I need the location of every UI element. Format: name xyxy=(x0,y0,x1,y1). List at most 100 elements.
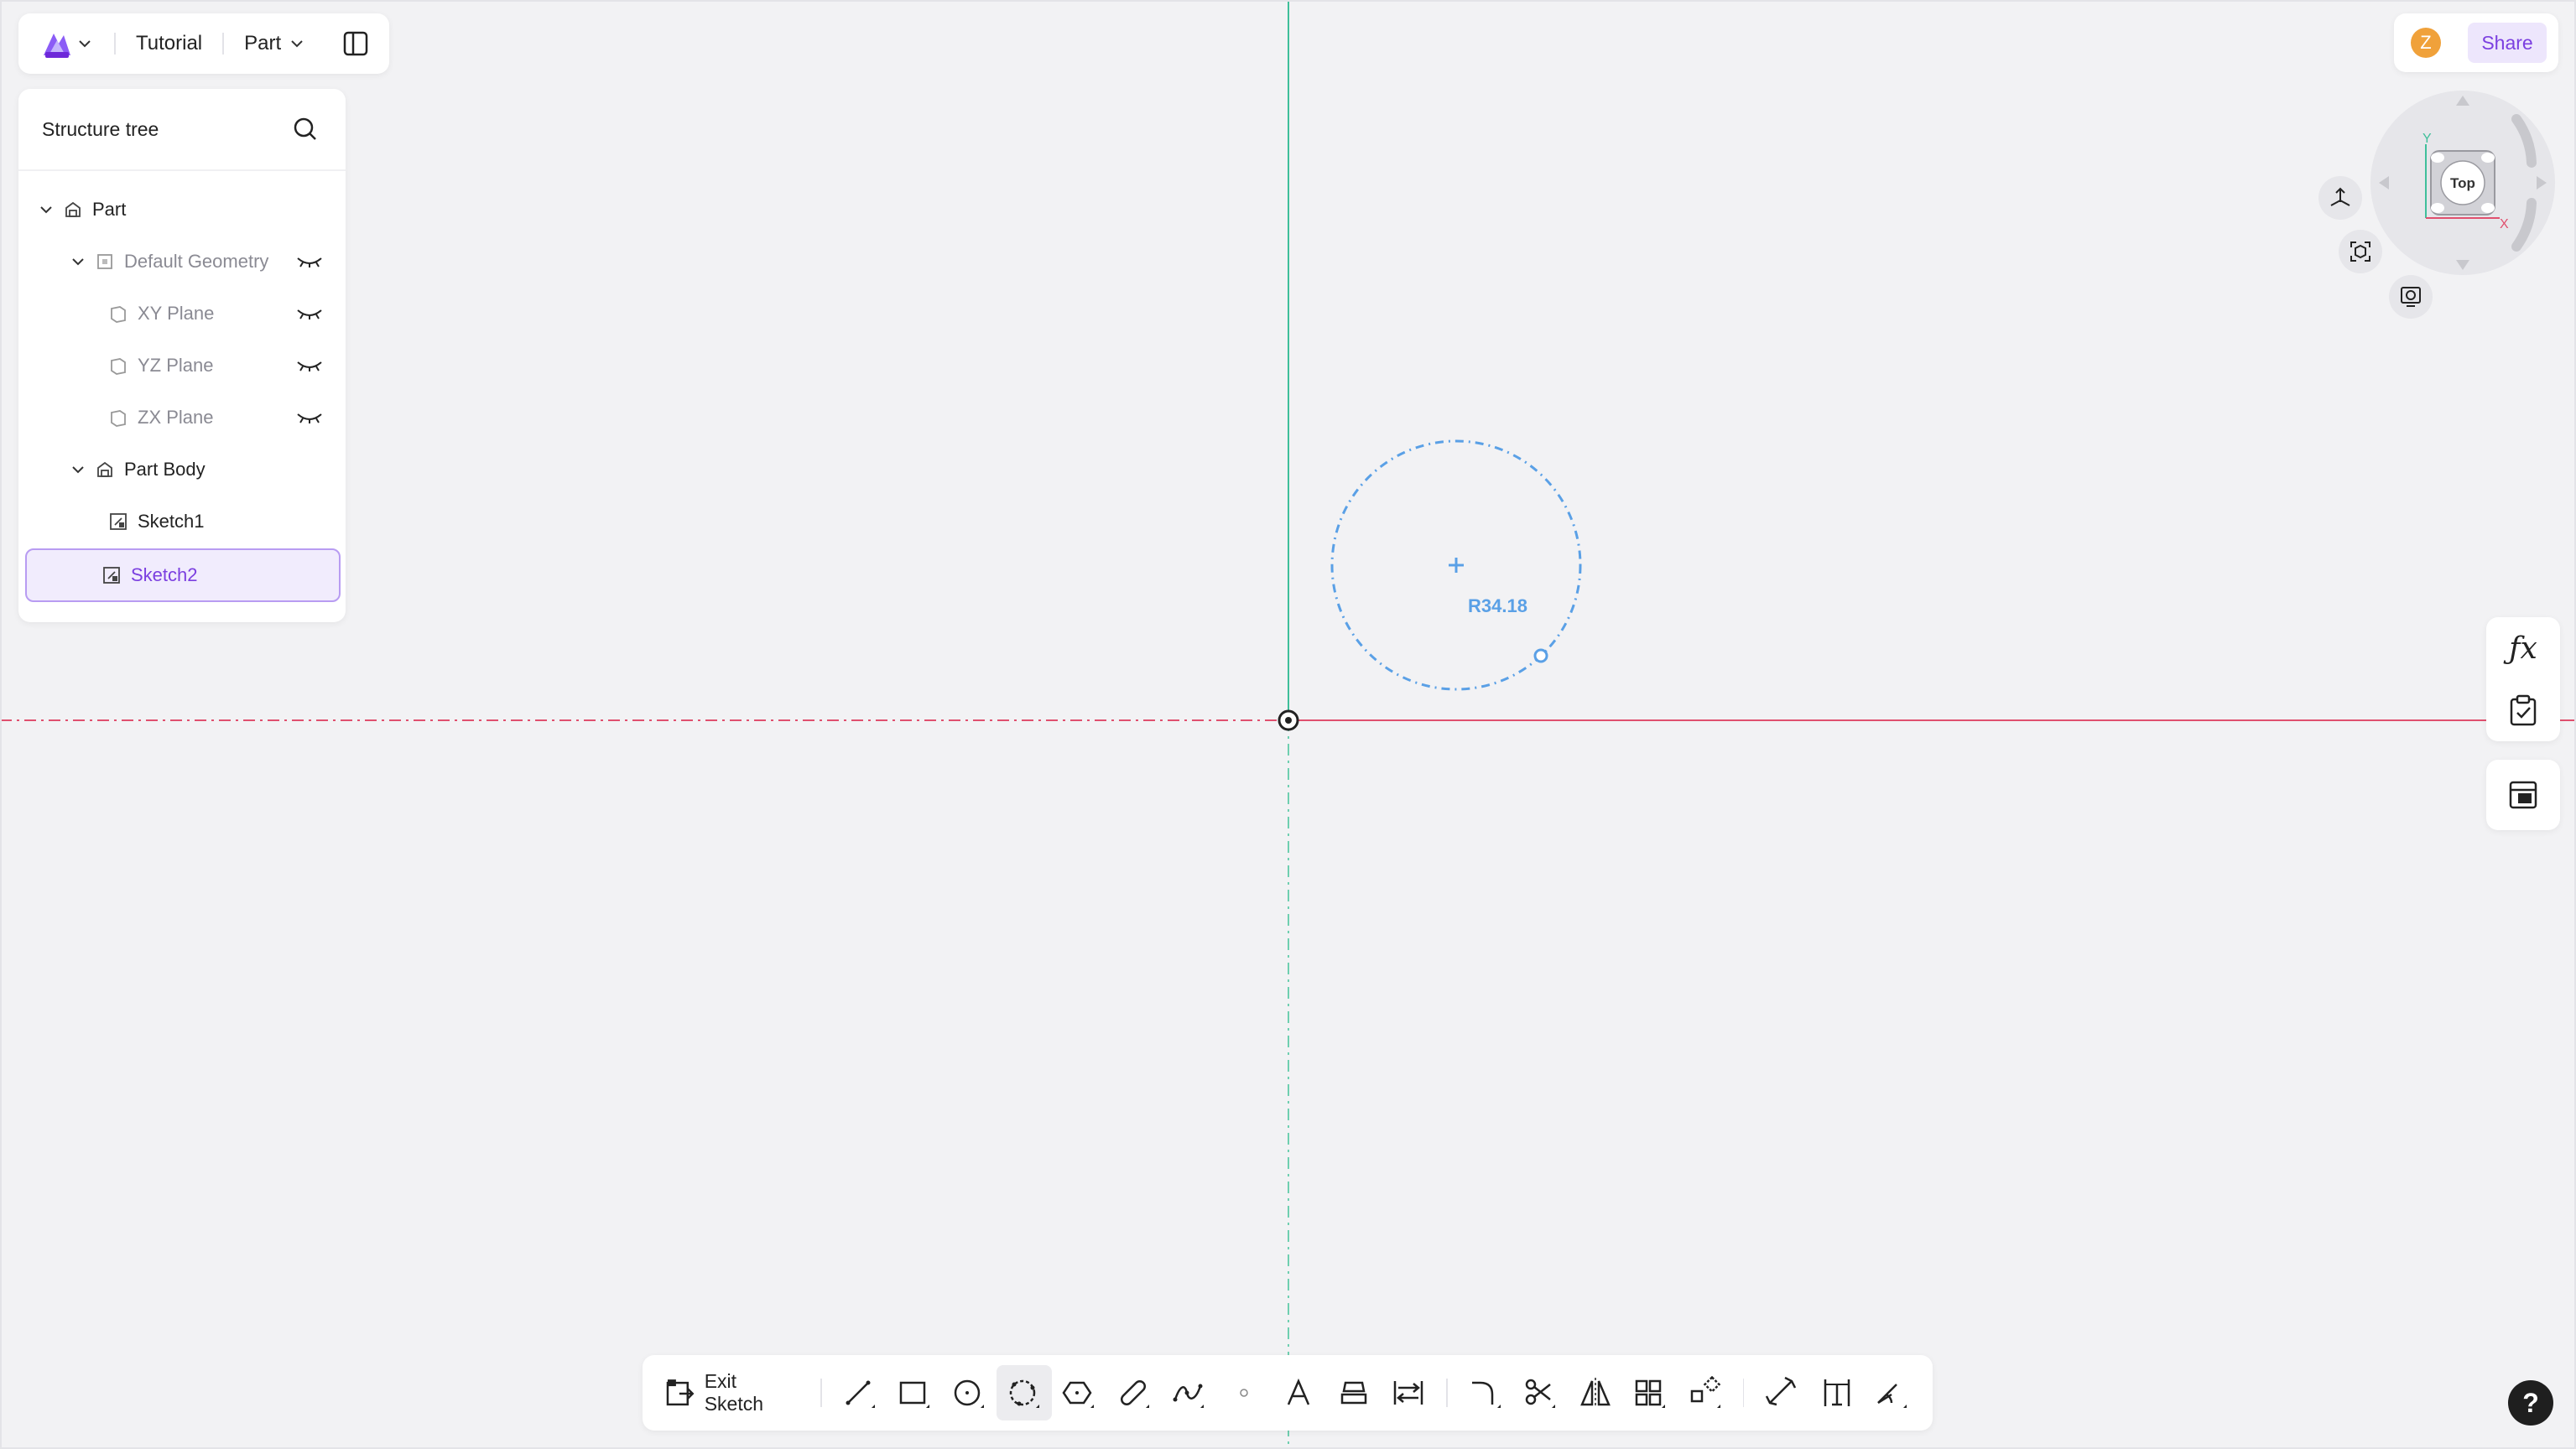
mirror-icon xyxy=(1579,1378,1611,1408)
formula-icon[interactable]: ƒx xyxy=(2503,628,2543,668)
dimension-tool[interactable] xyxy=(1809,1365,1864,1420)
tree-item-label: Sketch1 xyxy=(138,511,205,532)
display-mode-icon[interactable] xyxy=(2389,275,2433,319)
tree-item-sketch2[interactable]: Sketch2 xyxy=(25,548,341,602)
circle-drag-handle[interactable] xyxy=(1533,648,1548,663)
convert-icon xyxy=(1394,1381,1423,1405)
trim-tool[interactable] xyxy=(1513,1365,1568,1420)
tree-item-label: Sketch2 xyxy=(131,564,198,585)
axis-x-label: X xyxy=(2500,217,2509,231)
transform-icon xyxy=(1690,1376,1721,1408)
line-tool[interactable] xyxy=(832,1365,887,1420)
view-cube[interactable]: Top Y X xyxy=(2367,87,2558,278)
exit-sketch-button[interactable]: Exit Sketch xyxy=(656,1368,810,1418)
mirror-tool[interactable] xyxy=(1568,1365,1622,1420)
divider xyxy=(1742,1379,1745,1407)
three-point-circle-icon xyxy=(1009,1379,1039,1408)
chevron-down-icon xyxy=(288,34,306,53)
circle-icon xyxy=(955,1379,985,1408)
layout-panel-icon[interactable] xyxy=(2503,775,2543,815)
tree-item-label: YZ Plane xyxy=(138,355,214,376)
sketch-toolbar: Exit Sketch xyxy=(643,1355,1933,1431)
body-icon xyxy=(94,459,116,480)
tree-item-default-geometry[interactable]: Default Geometry xyxy=(25,237,339,286)
text-tool[interactable] xyxy=(1272,1365,1326,1420)
chevron-down-icon[interactable] xyxy=(69,252,87,271)
mode-dropdown[interactable]: Part xyxy=(244,32,306,55)
spline-icon xyxy=(1173,1384,1205,1408)
tree-item-zx-plane[interactable]: ZX Plane xyxy=(25,393,339,442)
normal-view-icon[interactable] xyxy=(2318,176,2362,220)
tree-item-xy-plane[interactable]: XY Plane xyxy=(25,289,339,338)
fillet-icon xyxy=(1471,1381,1501,1408)
chevron-down-icon[interactable] xyxy=(37,200,55,219)
project-tool[interactable] xyxy=(1326,1365,1381,1420)
chevron-down-icon[interactable] xyxy=(75,34,94,53)
tree-item-label: XY Plane xyxy=(138,303,215,324)
grid-pattern-icon xyxy=(1636,1379,1666,1408)
plane-icon xyxy=(107,355,129,377)
circle-center-mark xyxy=(1449,558,1464,573)
origin-point[interactable] xyxy=(1278,709,1299,731)
right-tool-panel-2 xyxy=(2486,760,2560,830)
slot-icon xyxy=(1120,1379,1149,1408)
tree-item-label: Part xyxy=(92,199,127,220)
slot-tool[interactable] xyxy=(1106,1365,1161,1420)
share-button[interactable]: Share xyxy=(2468,23,2547,63)
panel-toggle-icon[interactable] xyxy=(339,27,372,60)
divider xyxy=(820,1379,822,1407)
hidden-eye-icon[interactable] xyxy=(295,305,324,322)
spline-tool[interactable] xyxy=(1162,1365,1216,1420)
fit-view-icon[interactable] xyxy=(2339,230,2382,273)
dimension-icon xyxy=(1824,1379,1850,1406)
exit-sketch-label: Exit Sketch xyxy=(704,1370,764,1415)
project-name[interactable]: Tutorial xyxy=(136,32,202,55)
chevron-down-icon[interactable] xyxy=(69,460,87,479)
construction-tool[interactable] xyxy=(1754,1365,1808,1420)
sketch-icon xyxy=(107,511,129,532)
angle-icon xyxy=(1877,1384,1907,1408)
fillet-tool[interactable] xyxy=(1458,1365,1512,1420)
right-tool-panel: ƒx xyxy=(2486,617,2560,741)
share-area: Z Share xyxy=(2394,13,2558,72)
tree-item-label: ZX Plane xyxy=(138,407,214,428)
structure-tree-title: Structure tree xyxy=(42,117,159,140)
sketch-canvas[interactable] xyxy=(0,0,2576,1449)
scissors-icon xyxy=(1526,1379,1556,1408)
text-icon xyxy=(1288,1378,1310,1405)
app-logo-icon[interactable] xyxy=(39,25,75,62)
sketch-icon xyxy=(101,564,122,586)
transform-tool[interactable] xyxy=(1678,1365,1732,1420)
rectangle-tool[interactable] xyxy=(887,1365,941,1420)
pattern-tool[interactable] xyxy=(1623,1365,1678,1420)
tree-item-label: Part Body xyxy=(124,459,206,480)
convert-tool[interactable] xyxy=(1382,1365,1436,1420)
hidden-eye-icon[interactable] xyxy=(295,409,324,426)
line-icon xyxy=(846,1380,875,1408)
tree-item-yz-plane[interactable]: YZ Plane xyxy=(25,341,339,390)
circle-tool[interactable] xyxy=(942,1365,997,1420)
avatar[interactable]: Z xyxy=(2411,28,2441,58)
part-icon xyxy=(62,199,84,221)
point-tool[interactable] xyxy=(1216,1365,1271,1420)
tree-item-part-body[interactable]: Part Body xyxy=(25,445,339,494)
hidden-eye-icon[interactable] xyxy=(295,253,324,270)
checklist-icon[interactable] xyxy=(2503,690,2543,730)
tree-item-label: Default Geometry xyxy=(124,251,269,272)
three-point-circle-tool[interactable] xyxy=(997,1365,1052,1420)
angle-constraint-tool[interactable] xyxy=(1864,1365,1918,1420)
tree-item-sketch1[interactable]: Sketch1 xyxy=(25,497,339,546)
plane-icon xyxy=(107,407,129,428)
help-button[interactable]: ? xyxy=(2508,1380,2553,1426)
search-icon[interactable] xyxy=(289,112,322,146)
structure-tree-panel: Structure tree Part Default Geometry XY … xyxy=(18,89,346,622)
hidden-eye-icon[interactable] xyxy=(295,357,324,374)
structure-tree-header: Structure tree xyxy=(18,89,346,171)
rectangle-icon xyxy=(899,1381,929,1408)
polygon-tool[interactable] xyxy=(1052,1365,1106,1420)
exit-sketch-icon xyxy=(666,1379,695,1406)
plane-icon xyxy=(107,303,129,325)
tree-item-part[interactable]: Part xyxy=(25,185,339,234)
view-cube-face-label: Top xyxy=(2450,175,2475,191)
hexagon-icon xyxy=(1062,1381,1095,1408)
